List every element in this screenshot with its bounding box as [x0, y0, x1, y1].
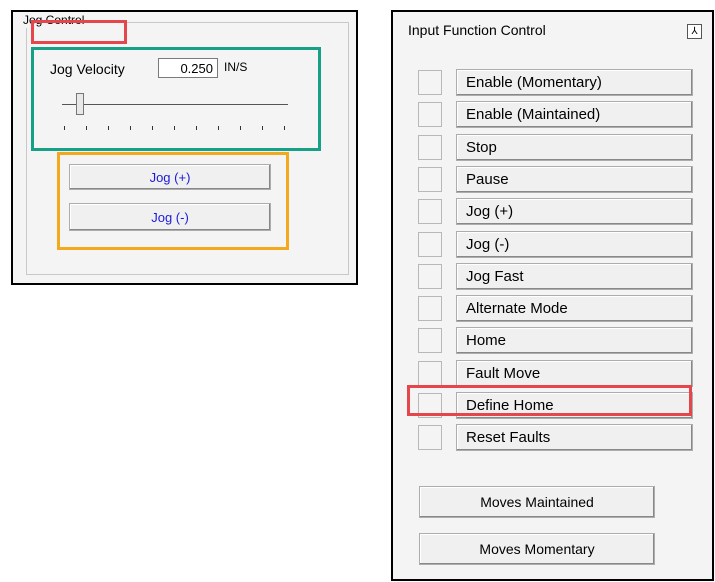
jog-buttons-highlight — [57, 152, 289, 250]
input-function-button[interactable]: Alternate Mode — [456, 295, 693, 322]
jog-velocity-highlight — [31, 47, 321, 151]
input-function-button[interactable]: Enable (Momentary) — [456, 69, 693, 96]
input-indicator-11 — [418, 425, 442, 450]
jog-control-title-highlight — [31, 20, 127, 44]
input-function-button[interactable]: Pause — [456, 166, 693, 193]
moves-momentary-button[interactable]: Moves Momentary — [419, 533, 655, 565]
input-function-button[interactable]: Fault Move — [456, 360, 693, 387]
input-function-button[interactable]: Jog (-) — [456, 231, 693, 258]
input-function-button[interactable]: Enable (Maintained) — [456, 101, 693, 128]
input-indicator-3 — [418, 167, 442, 192]
define-home-highlight — [407, 385, 692, 416]
input-indicator-6 — [418, 264, 442, 289]
input-function-button[interactable]: Reset Faults — [456, 424, 693, 451]
input-function-button[interactable]: Jog (+) — [456, 198, 693, 225]
input-indicator-0 — [418, 70, 442, 95]
input-function-button[interactable]: Stop — [456, 134, 693, 161]
input-indicator-7 — [418, 296, 442, 321]
moves-maintained-button[interactable]: Moves Maintained — [419, 486, 655, 518]
input-function-button[interactable]: Home — [456, 327, 693, 354]
collapse-icon[interactable]: ⅄ — [687, 24, 702, 39]
input-indicator-1 — [418, 102, 442, 127]
input-indicator-2 — [418, 135, 442, 160]
input-indicator-5 — [418, 232, 442, 257]
input-indicator-8 — [418, 328, 442, 353]
input-function-button[interactable]: Jog Fast — [456, 263, 693, 290]
input-function-control-title: Input Function Control — [408, 22, 546, 38]
input-indicator-9 — [418, 361, 442, 386]
input-indicator-4 — [418, 199, 442, 224]
